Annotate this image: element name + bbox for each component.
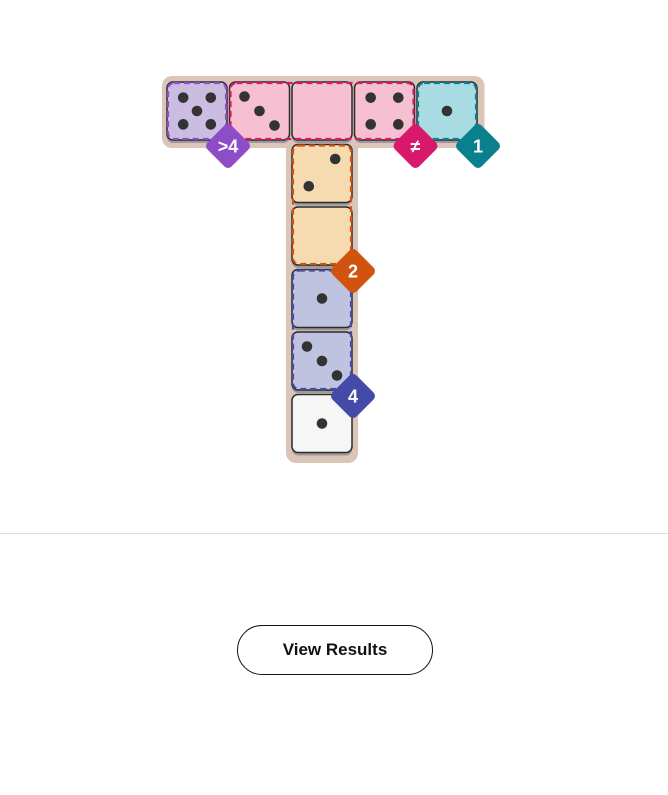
die-tile[interactable] — [291, 143, 353, 206]
die-tile-face — [291, 143, 353, 204]
die-tile-face — [291, 206, 353, 266]
die-pip — [191, 105, 203, 117]
die-pip — [269, 120, 280, 131]
die-pip — [303, 180, 315, 192]
die-pip — [205, 119, 217, 130]
die-pip — [316, 293, 328, 304]
die-pip — [393, 119, 404, 130]
die-pip — [301, 341, 313, 352]
die-pip — [441, 105, 453, 117]
die-pip — [316, 355, 328, 367]
die-pip — [254, 105, 265, 117]
badge-label: ≠ — [411, 137, 421, 157]
die-pip — [239, 91, 250, 102]
die-pip — [365, 119, 377, 130]
die-pip — [393, 92, 404, 103]
view-results-button[interactable]: View Results — [237, 625, 433, 675]
badge-label: 1 — [473, 137, 483, 157]
die-tile-face — [291, 81, 353, 141]
badge-label: 4 — [348, 387, 358, 407]
die-pip — [365, 92, 377, 103]
badge-label: 2 — [348, 262, 358, 282]
die-pip — [316, 418, 328, 429]
die-tile-face — [353, 81, 416, 141]
die-tile[interactable] — [291, 81, 353, 143]
die-pip — [329, 153, 341, 165]
puzzle-board: >4 ≠ 1 2 4 — [162, 76, 500, 463]
badge-label: >4 — [218, 137, 239, 157]
die-pip — [177, 119, 189, 130]
die-pip — [177, 92, 189, 103]
die-pip — [205, 92, 217, 103]
die-pip — [331, 370, 343, 381]
section-divider — [0, 533, 668, 534]
